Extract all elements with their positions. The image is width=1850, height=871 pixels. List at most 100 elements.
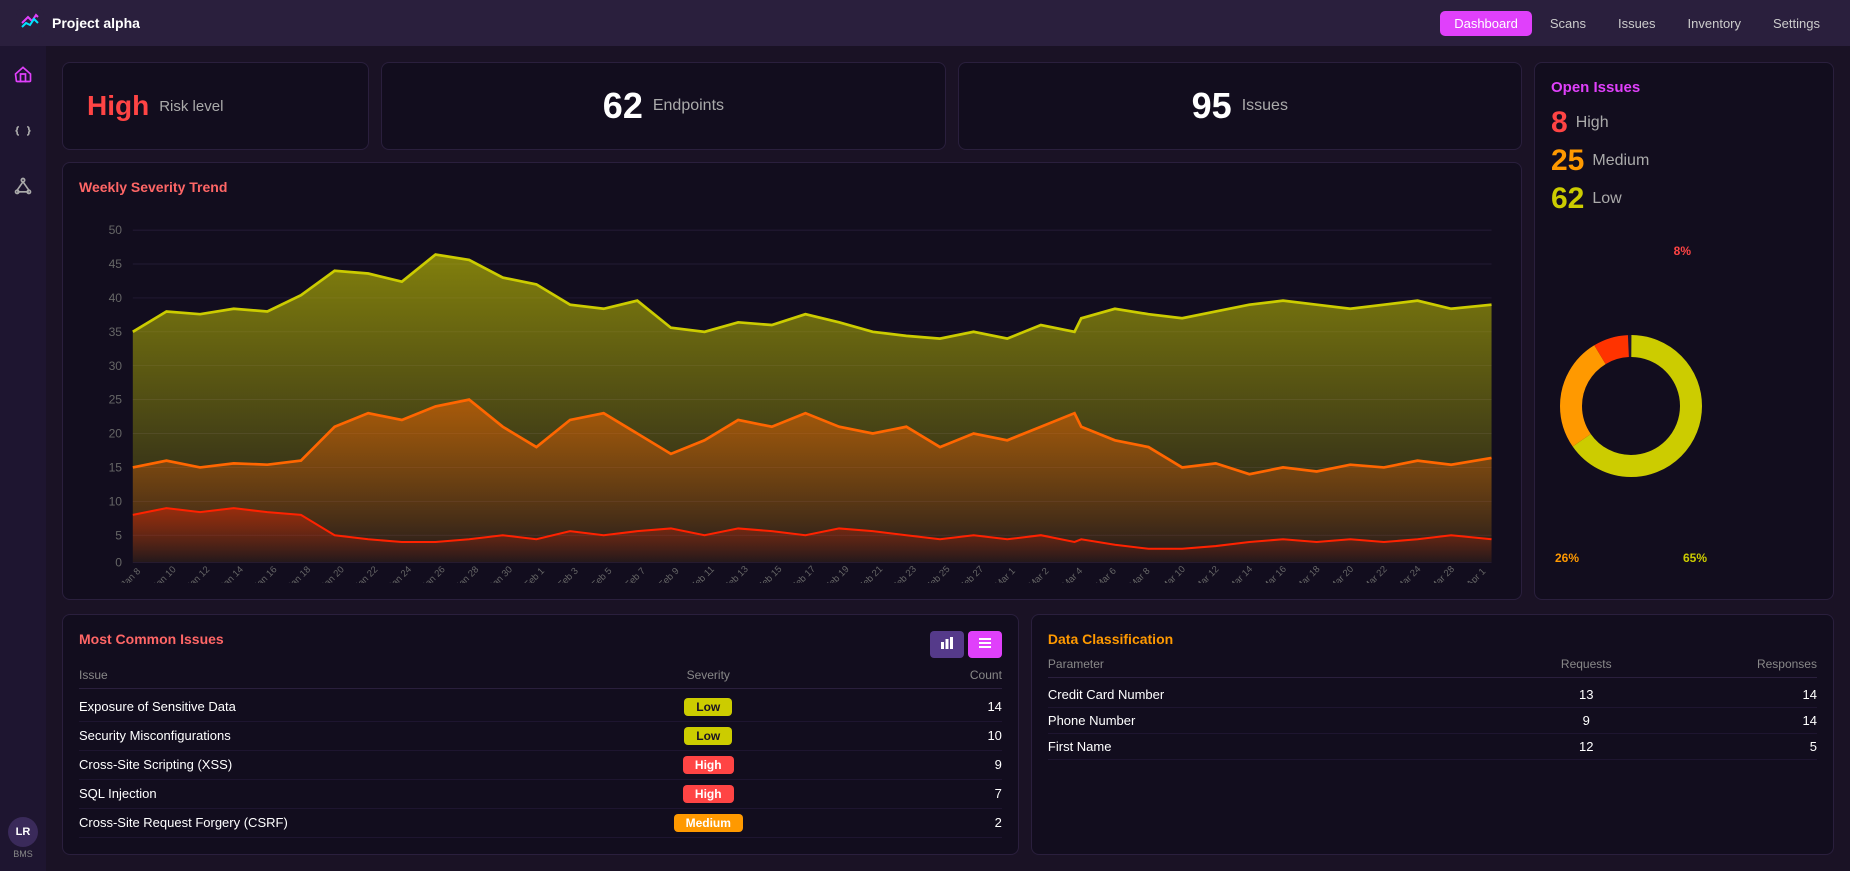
svg-text:Jan 20: Jan 20 [319, 564, 347, 582]
issue-severity: High [582, 785, 834, 803]
svg-text:Mar 24: Mar 24 [1395, 564, 1423, 583]
svg-text:Apr 1: Apr 1 [1465, 566, 1489, 582]
svg-text:0: 0 [115, 555, 122, 569]
dc-table-body: Credit Card Number 13 14 Phone Number 9 … [1048, 682, 1817, 760]
dc-table-header: Parameter Requests Responses [1048, 657, 1817, 678]
data-classification-title: Data Classification [1048, 631, 1817, 647]
list-item: Phone Number 9 14 [1048, 708, 1817, 734]
svg-text:10: 10 [109, 494, 123, 508]
svg-text:Jan 24: Jan 24 [386, 564, 414, 582]
nav-scans[interactable]: Scans [1536, 11, 1600, 36]
svg-text:Feb 9: Feb 9 [657, 566, 682, 583]
risk-level-text: Risk level [159, 98, 223, 115]
chart-area: 50 45 40 35 30 25 20 15 10 5 0 [79, 203, 1505, 583]
dc-parameter: Phone Number [1048, 713, 1509, 728]
dc-col-header-param: Parameter [1048, 657, 1509, 671]
col-header-count: Count [834, 668, 1002, 682]
bar-view-btn[interactable] [930, 631, 964, 658]
svg-text:Jan 10: Jan 10 [151, 564, 179, 582]
svg-text:Jan 16: Jan 16 [252, 564, 280, 582]
donut-med-pct: 26% [1555, 551, 1579, 565]
svg-text:Jan 28: Jan 28 [454, 564, 482, 582]
donut-high-pct: 8% [1674, 244, 1691, 258]
open-issues-med-row: 25 Medium [1551, 144, 1649, 178]
chart-card: Weekly Severity Trend [62, 162, 1522, 600]
sidebar-network-icon[interactable] [7, 170, 39, 202]
open-issues-med-count: 25 [1551, 144, 1584, 178]
bottom-row: Most Common Issues Issue Severity Count [62, 614, 1834, 855]
svg-text:Mar 4: Mar 4 [1060, 566, 1085, 583]
svg-text:Feb 7: Feb 7 [623, 566, 648, 583]
issue-severity: High [582, 756, 834, 774]
issue-name: Cross-Site Request Forgery (CSRF) [79, 815, 582, 830]
issue-name: SQL Injection [79, 786, 582, 801]
svg-text:Mar 1: Mar 1 [993, 566, 1018, 583]
nav-links: Dashboard Scans Issues Inventory Setting… [1440, 11, 1834, 36]
table-row: Exposure of Sensitive Data Low 14 [79, 693, 1002, 722]
svg-text:Feb 27: Feb 27 [958, 564, 986, 583]
chart-title: Weekly Severity Trend [79, 179, 1505, 195]
dc-col-header-responses: Responses [1663, 657, 1817, 671]
svg-text:Mar 6: Mar 6 [1094, 566, 1119, 583]
most-common-issues-card: Most Common Issues Issue Severity Count [62, 614, 1019, 855]
most-common-issues-title: Most Common Issues [79, 631, 224, 647]
svg-text:Feb 1: Feb 1 [522, 566, 547, 583]
col-header-issue: Issue [79, 668, 582, 682]
risk-level-value: High [87, 90, 149, 122]
svg-text:Feb 5: Feb 5 [590, 566, 615, 583]
open-issues-low-row: 62 Low [1551, 182, 1622, 216]
table-row: Cross-Site Scripting (XSS) High 9 [79, 751, 1002, 780]
svg-text:30: 30 [109, 359, 123, 373]
svg-text:Mar 8: Mar 8 [1128, 566, 1153, 583]
sidebar: LR BMS [0, 46, 46, 871]
svg-text:Feb 23: Feb 23 [890, 564, 918, 583]
issues-label: Issues [1242, 97, 1288, 115]
table-row: SQL Injection High 7 [79, 780, 1002, 809]
donut-labels: 8% 65% 26% [1551, 230, 1711, 583]
open-issues-med-label: Medium [1592, 152, 1649, 170]
list-item: Credit Card Number 13 14 [1048, 682, 1817, 708]
donut-low-pct: 65% [1683, 551, 1707, 565]
issues-count: 95 [1192, 85, 1232, 127]
view-toggle [930, 631, 1002, 658]
issues-table-body: Exposure of Sensitive Data Low 14 Securi… [79, 693, 1002, 838]
nav-inventory[interactable]: Inventory [1674, 11, 1755, 36]
open-issues-panel: Open Issues 8 High 25 Medium 62 Low [1534, 62, 1834, 600]
svg-text:5: 5 [115, 528, 122, 542]
issue-name: Security Misconfigurations [79, 728, 582, 743]
svg-text:Mar 14: Mar 14 [1227, 564, 1255, 583]
svg-text:Mar 18: Mar 18 [1294, 564, 1322, 583]
list-view-btn[interactable] [968, 631, 1002, 658]
risk-card: High Risk level [62, 62, 369, 150]
svg-text:Feb 17: Feb 17 [789, 564, 817, 583]
nav-settings[interactable]: Settings [1759, 11, 1834, 36]
app-title: Project alpha [52, 15, 140, 31]
svg-text:20: 20 [109, 427, 123, 441]
svg-text:Jan 30: Jan 30 [487, 564, 515, 582]
open-issues-title: Open Issues [1551, 79, 1640, 96]
issues-card: 95 Issues [958, 62, 1522, 150]
issue-count: 14 [834, 699, 1002, 714]
table-row: Cross-Site Request Forgery (CSRF) Medium… [79, 809, 1002, 838]
issue-count: 10 [834, 728, 1002, 743]
avatar-sublabel: BMS [13, 849, 33, 859]
endpoints-count: 62 [603, 85, 643, 127]
open-issues-high-label: High [1576, 114, 1609, 132]
sidebar-home-icon[interactable] [7, 58, 39, 90]
svg-text:Jan 12: Jan 12 [184, 564, 212, 582]
svg-text:Jan 26: Jan 26 [420, 564, 448, 582]
dc-parameter: First Name [1048, 739, 1509, 754]
svg-text:Feb 15: Feb 15 [756, 564, 784, 583]
nav-issues[interactable]: Issues [1604, 11, 1670, 36]
nav-dashboard[interactable]: Dashboard [1440, 11, 1532, 36]
svg-text:45: 45 [109, 257, 123, 271]
table-row: Security Misconfigurations Low 10 [79, 722, 1002, 751]
dc-parameter: Credit Card Number [1048, 687, 1509, 702]
issues-table-header: Issue Severity Count [79, 668, 1002, 689]
svg-text:Mar 22: Mar 22 [1361, 564, 1389, 583]
sidebar-braces-icon[interactable] [7, 114, 39, 146]
svg-text:35: 35 [109, 325, 123, 339]
dc-col-header-requests: Requests [1509, 657, 1663, 671]
svg-text:Mar 16: Mar 16 [1260, 564, 1288, 583]
svg-text:Feb 3: Feb 3 [556, 566, 581, 583]
